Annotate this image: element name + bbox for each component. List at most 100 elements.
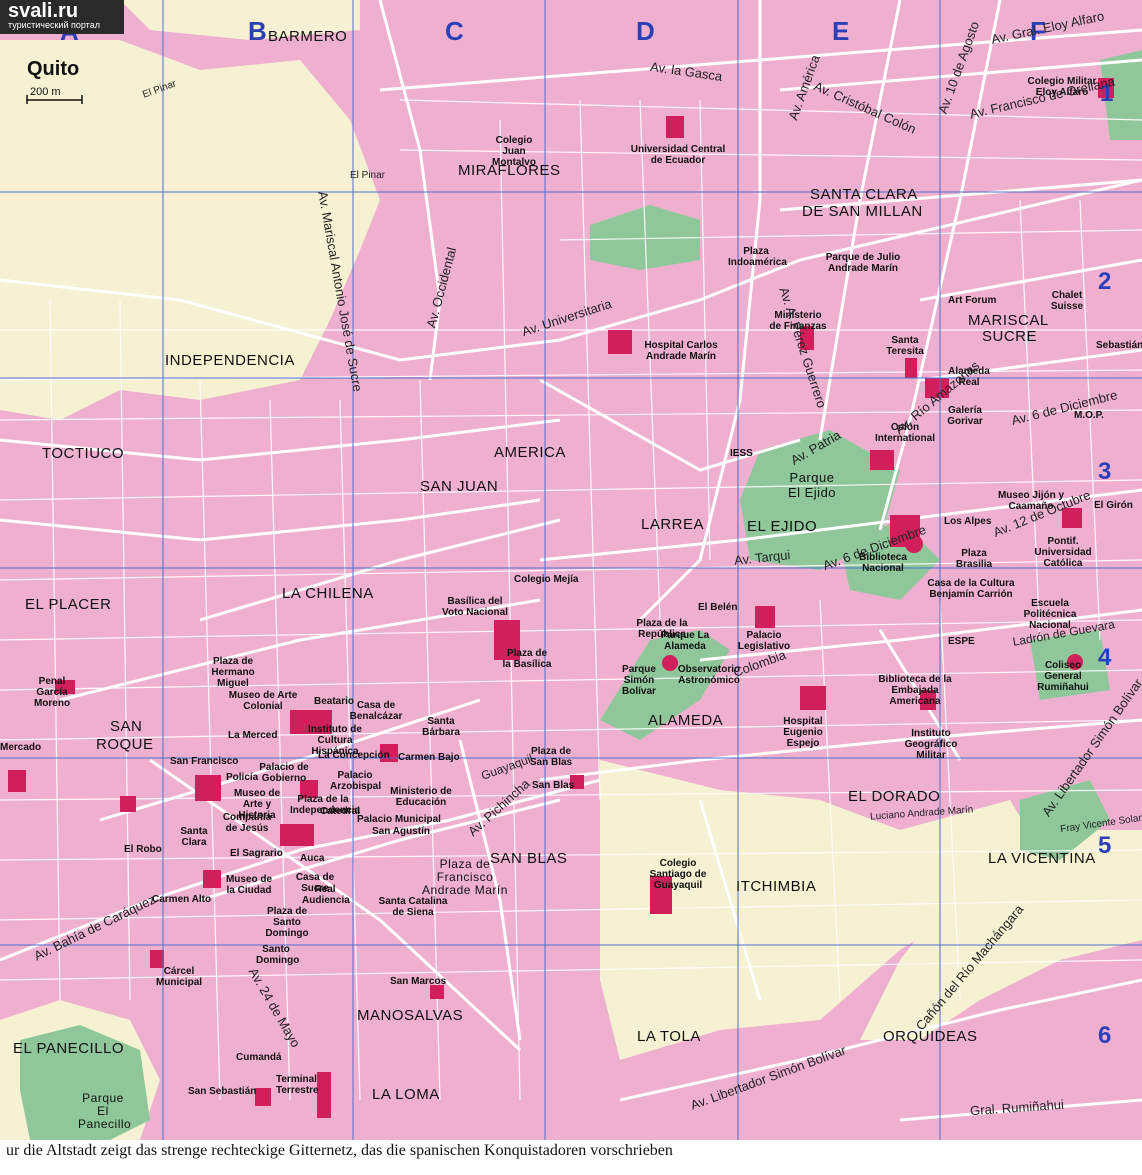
lm-museo-arte-colonial: Museo de Arte Colonial <box>228 690 298 712</box>
grid-row-3: 3 <box>1098 458 1112 485</box>
district-la-loma: LA LOMA <box>372 1086 440 1103</box>
lm-penal-garcia-moreno: Penal García Moreno <box>33 676 71 709</box>
lm-biblioteca-embajada: Biblioteca de la Embajada Americana <box>878 674 952 707</box>
district-el-placer: EL PLACER <box>25 596 112 613</box>
lm-la-merced: La Merced <box>228 730 278 741</box>
district-el-panecillo: EL PANECILLO <box>13 1040 125 1057</box>
lm-chalet-suisse: Chalet Suisse <box>1050 290 1084 312</box>
district-toctiuco: TOCTIUCO <box>42 445 125 462</box>
district-manosalvas: MANOSALVAS <box>357 1007 464 1024</box>
lm-casa-benalcazar: Casa de Benalcázar <box>349 700 403 722</box>
lm-san-sebastian: San Sebastián <box>188 1086 257 1097</box>
lm-instituto-geografico: Instituto Geográfico Militar <box>904 728 958 761</box>
district-barmero: BARMERO <box>268 28 348 45</box>
lm-carmen-alto: Carmen Alto <box>152 894 212 905</box>
district-la-chilena: LA CHILENA <box>282 585 374 602</box>
lm-policia: Policía <box>226 772 259 783</box>
lm-san-marcos: San Marcos <box>390 976 447 987</box>
lm-parque-el-panecillo: Parque El Panecillo <box>78 1091 132 1131</box>
district-san: SAN <box>110 718 143 735</box>
grid-row-6: 6 <box>1098 1022 1112 1049</box>
district-santa-clara: SANTA CLARA <box>810 186 918 203</box>
lm-galeria-gorivar: Galería Gorivar <box>947 405 983 427</box>
grid-col-c: C <box>445 16 464 46</box>
lm-real-audiencia: Real Audiencia <box>302 884 350 906</box>
district-independencia: INDEPENDENCIA <box>165 352 295 369</box>
lm-santa-barbara: Santa Bárbara <box>422 716 460 738</box>
lm-hospital-eugenio: Hospital Eugenio Espejo <box>783 716 823 749</box>
grid-col-e: E <box>832 16 850 46</box>
lm-la-concepcion: La Concepción <box>318 750 390 761</box>
lm-sebastian: Sebastián <box>1096 340 1142 351</box>
district-alameda: ALAMEDA <box>648 712 724 729</box>
grid-col-d: D <box>636 16 655 46</box>
district-el-ejido: EL EJIDO <box>747 518 818 535</box>
lm-plaza-santo-domingo: Plaza de Santo Domingo <box>265 906 309 939</box>
lm-palacio-arzobispal: Palacio Arzobispal <box>330 770 382 792</box>
street-el-pinar-2: El Pinar <box>350 170 386 181</box>
lm-plaza-hermano-miguel: Plaza de Hermano Miguel <box>211 656 255 689</box>
lm-coliseo: Coliseo General Rumiñahui <box>1037 660 1089 693</box>
grid-col-b: B <box>248 16 267 46</box>
district-orquideas: ORQUIDEAS <box>883 1028 978 1045</box>
map-caption: ur die Altstadt zeigt das strenge rechte… <box>0 1140 1142 1175</box>
lm-el-giron: El Girón <box>1094 500 1133 511</box>
lm-parque-la-alameda: Parque La Alameda <box>660 630 710 652</box>
svali-watermark[interactable]: svali.ru туристический портал <box>0 0 124 34</box>
district-larrea: LARREA <box>641 516 705 533</box>
lm-parque-simon-bolivar: Parque Simón Bolívar <box>622 664 656 697</box>
lm-plaza-francisco-andrade: Plaza de Francisco Andrade Marín <box>422 857 508 897</box>
district-itchimbia: ITCHIMBIA <box>736 878 817 895</box>
lm-universidad-central: Universidad Central de Ecuador <box>630 144 726 166</box>
lm-el-belen: El Belén <box>698 602 738 613</box>
lm-art-forum: Art Forum <box>948 295 997 306</box>
lm-compania-jesus: Compañía de Jesús <box>222 812 272 834</box>
lm-parque-el-ejido: Parque El Ejido <box>787 470 837 500</box>
lm-terminal-terrestre: Terminal Terrestre <box>276 1074 319 1096</box>
lm-santo-domingo: Santo Domingo <box>256 944 300 966</box>
lm-colegio-mejia: Colegio Mejía <box>514 574 579 585</box>
lm-el-sagrario: El Sagrario <box>230 848 283 859</box>
lm-el-robo: El Robo <box>124 844 162 855</box>
lm-hospital-carlos-andrade: Hospital Carlos Andrade Marín <box>644 340 718 362</box>
lm-santa-teresita: Santa Teresita <box>886 335 924 357</box>
district-la-tola: LA TOLA <box>637 1028 701 1045</box>
district-san-juan: SAN JUAN <box>420 478 499 495</box>
scale-label: 200 m <box>30 86 61 98</box>
lm-casa-cultura: Casa de la Cultura Benjamín Carrión <box>927 578 1015 600</box>
district-de-san-millan: DE SAN MILLAN <box>802 203 923 220</box>
lm-san-agustin: San Agustín <box>372 826 430 837</box>
grid-row-5: 5 <box>1098 832 1112 859</box>
lm-carmen-bajo: Carmen Bajo <box>398 752 460 763</box>
city-map[interactable]: svali.ru туристический портал Quito 200 … <box>0 0 1142 1140</box>
lm-basilica-voto: Basílica del Voto Nacional <box>442 596 508 618</box>
lm-iess: IESS <box>730 448 753 459</box>
lm-san-francisco: San Francisco <box>170 756 239 767</box>
map-title: Quito <box>27 58 80 80</box>
lm-carcel-municipal: Cárcel Municipal <box>155 966 203 988</box>
lm-san-blas: San Blas <box>532 780 575 791</box>
lm-los-alpes: Los Alpes <box>944 516 992 527</box>
district-la-vicentina: LA VICENTINA <box>988 850 1096 867</box>
lm-espe: ESPE <box>948 636 975 647</box>
district-america: AMERICA <box>494 444 566 461</box>
lm-auca: Auca <box>300 853 325 864</box>
lm-plaza-brasilia: Plaza Brasilia <box>955 548 993 570</box>
lm-cumanda: Cumandá <box>236 1052 282 1063</box>
lm-mercado: Mercado <box>0 742 42 753</box>
district-roque: ROQUE <box>96 736 154 753</box>
grid-row-2: 2 <box>1098 268 1112 295</box>
lm-colegio-juan-montalvo: Colegio Juan Montalvo <box>492 135 536 168</box>
lm-colegio-santiago: Colegio Santiago de Guayaquil <box>649 858 707 891</box>
lm-pontif-universidad: Pontif. Universidad Católica <box>1034 536 1092 569</box>
district-el-dorado: EL DORADO <box>848 788 941 805</box>
lm-santa-catalina: Santa Catalina de Siena <box>378 896 448 918</box>
lm-palacio-gobierno: Palacio de Gobierno <box>259 762 309 784</box>
lm-parque-julio-andrade: Parque de Julio Andrade Marín <box>825 252 901 274</box>
lm-ministerio-educacion: Ministerio de Educación <box>390 786 452 808</box>
district-sucre: SUCRE <box>982 328 1038 345</box>
lm-plaza-basilica: Plaza de la Basílica <box>502 648 552 670</box>
lm-palacio-municipal: Palacio Municipal <box>357 814 441 825</box>
grid-row-4: 4 <box>1098 644 1112 671</box>
lm-santa-clara: Santa Clara <box>180 826 208 848</box>
